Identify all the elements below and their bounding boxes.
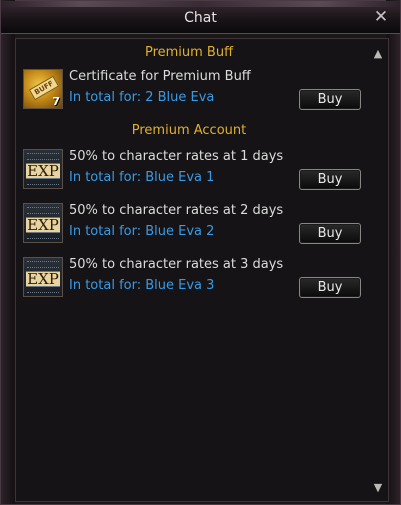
list-item: EXP 50% to character rates at 3 days In … bbox=[23, 257, 363, 299]
item-name: 50% to character rates at 3 days bbox=[69, 257, 284, 272]
list-item: EXP 50% to character rates at 1 days In … bbox=[23, 149, 363, 191]
section-title-premium-buff: Premium Buff bbox=[144, 45, 234, 60]
window-title: Chat bbox=[184, 10, 217, 26]
buff-certificate-icon[interactable]: BUFF 7 bbox=[23, 69, 63, 109]
scroll-down-icon[interactable]: ▼ bbox=[370, 481, 386, 495]
item-price: In total for: Blue Eva 2 bbox=[69, 224, 215, 239]
title-bar[interactable]: Chat ✕ bbox=[1, 1, 400, 34]
buy-button[interactable]: Buy bbox=[299, 223, 361, 244]
scroll-up-icon[interactable]: ▲ bbox=[370, 47, 386, 61]
item-name: 50% to character rates at 2 days bbox=[69, 203, 284, 218]
exp-label: EXP bbox=[26, 270, 60, 288]
window-frame-left bbox=[1, 0, 15, 504]
section-title-premium-account: Premium Account bbox=[131, 123, 247, 138]
buy-button[interactable]: Buy bbox=[299, 169, 361, 190]
item-price: In total for: Blue Eva 3 bbox=[69, 278, 215, 293]
chat-window: Chat ✕ ▲ Premium Buff BUFF 7 Certificate… bbox=[0, 0, 401, 505]
close-icon[interactable]: ✕ bbox=[372, 7, 390, 27]
exp-icon[interactable]: EXP bbox=[23, 257, 63, 297]
exp-icon[interactable]: EXP bbox=[23, 203, 63, 243]
buy-button[interactable]: Buy bbox=[299, 89, 361, 110]
exp-label: EXP bbox=[26, 216, 60, 234]
buy-button[interactable]: Buy bbox=[299, 277, 361, 298]
list-item: EXP 50% to character rates at 2 days In … bbox=[23, 203, 363, 245]
list-item: BUFF 7 Certificate for Premium Buff In t… bbox=[23, 69, 363, 111]
item-count: 7 bbox=[52, 95, 60, 108]
item-price: In total for: 2 Blue Eva bbox=[69, 90, 215, 105]
item-name: Certificate for Premium Buff bbox=[69, 69, 251, 84]
item-name: 50% to character rates at 1 days bbox=[69, 149, 284, 164]
exp-icon[interactable]: EXP bbox=[23, 149, 63, 189]
item-price: In total for: Blue Eva 1 bbox=[69, 170, 215, 185]
exp-label: EXP bbox=[26, 162, 60, 180]
shop-panel: ▲ Premium Buff BUFF 7 Certificate for Pr… bbox=[15, 38, 389, 502]
